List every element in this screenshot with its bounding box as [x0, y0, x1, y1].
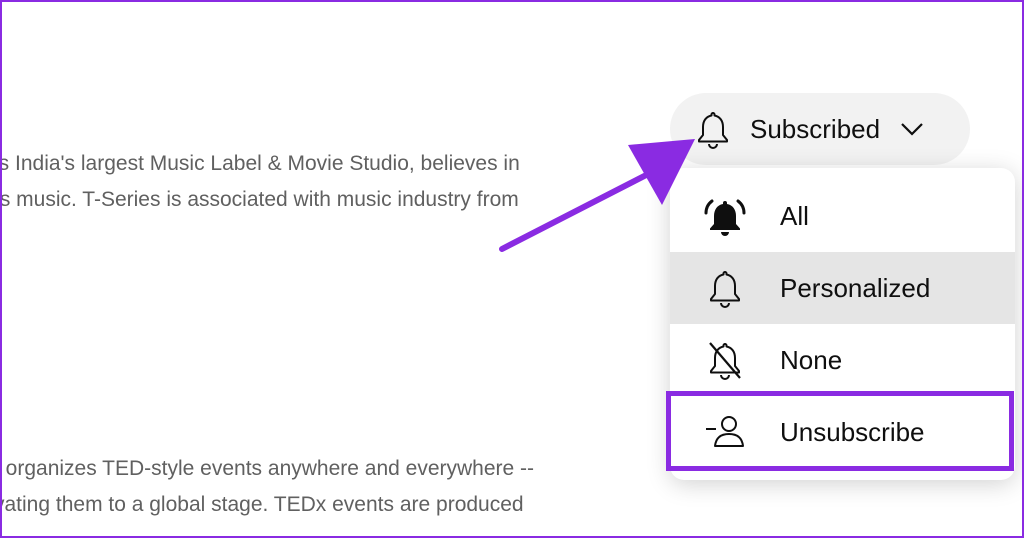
bell-off-icon [704, 338, 746, 382]
notification-menu: All Personalized None Unsubscribe [670, 168, 1015, 480]
subscribed-button[interactable]: Subscribed [670, 93, 970, 165]
channel-description-top: is India's largest Music Label & Movie S… [0, 146, 520, 218]
menu-item-label: Personalized [780, 272, 931, 303]
chevron-down-icon [901, 123, 923, 136]
subscribed-label: Subscribed [750, 113, 881, 144]
menu-item-label: Unsubscribe [780, 416, 925, 447]
menu-item-none[interactable]: None [670, 324, 1015, 396]
description-line: t organizes TED-style events anywhere an… [0, 457, 535, 480]
bell-outline-icon [698, 112, 728, 149]
bell-outline-icon [704, 266, 746, 310]
menu-item-label: None [780, 344, 843, 375]
person-minus-icon [704, 410, 746, 454]
description-line: vating them to a global stage. TEDx even… [0, 493, 524, 516]
menu-item-personalized[interactable]: Personalized [670, 252, 1015, 324]
description-line: ts music. T-Series is associated with mu… [0, 188, 519, 211]
menu-item-all[interactable]: All [670, 180, 1015, 252]
description-line: is India's largest Music Label & Movie S… [0, 152, 520, 175]
bell-ringing-icon [704, 194, 746, 238]
channel-description-bottom: t organizes TED-style events anywhere an… [0, 451, 534, 523]
menu-item-unsubscribe[interactable]: Unsubscribe [670, 396, 1015, 468]
menu-item-label: All [780, 200, 809, 231]
